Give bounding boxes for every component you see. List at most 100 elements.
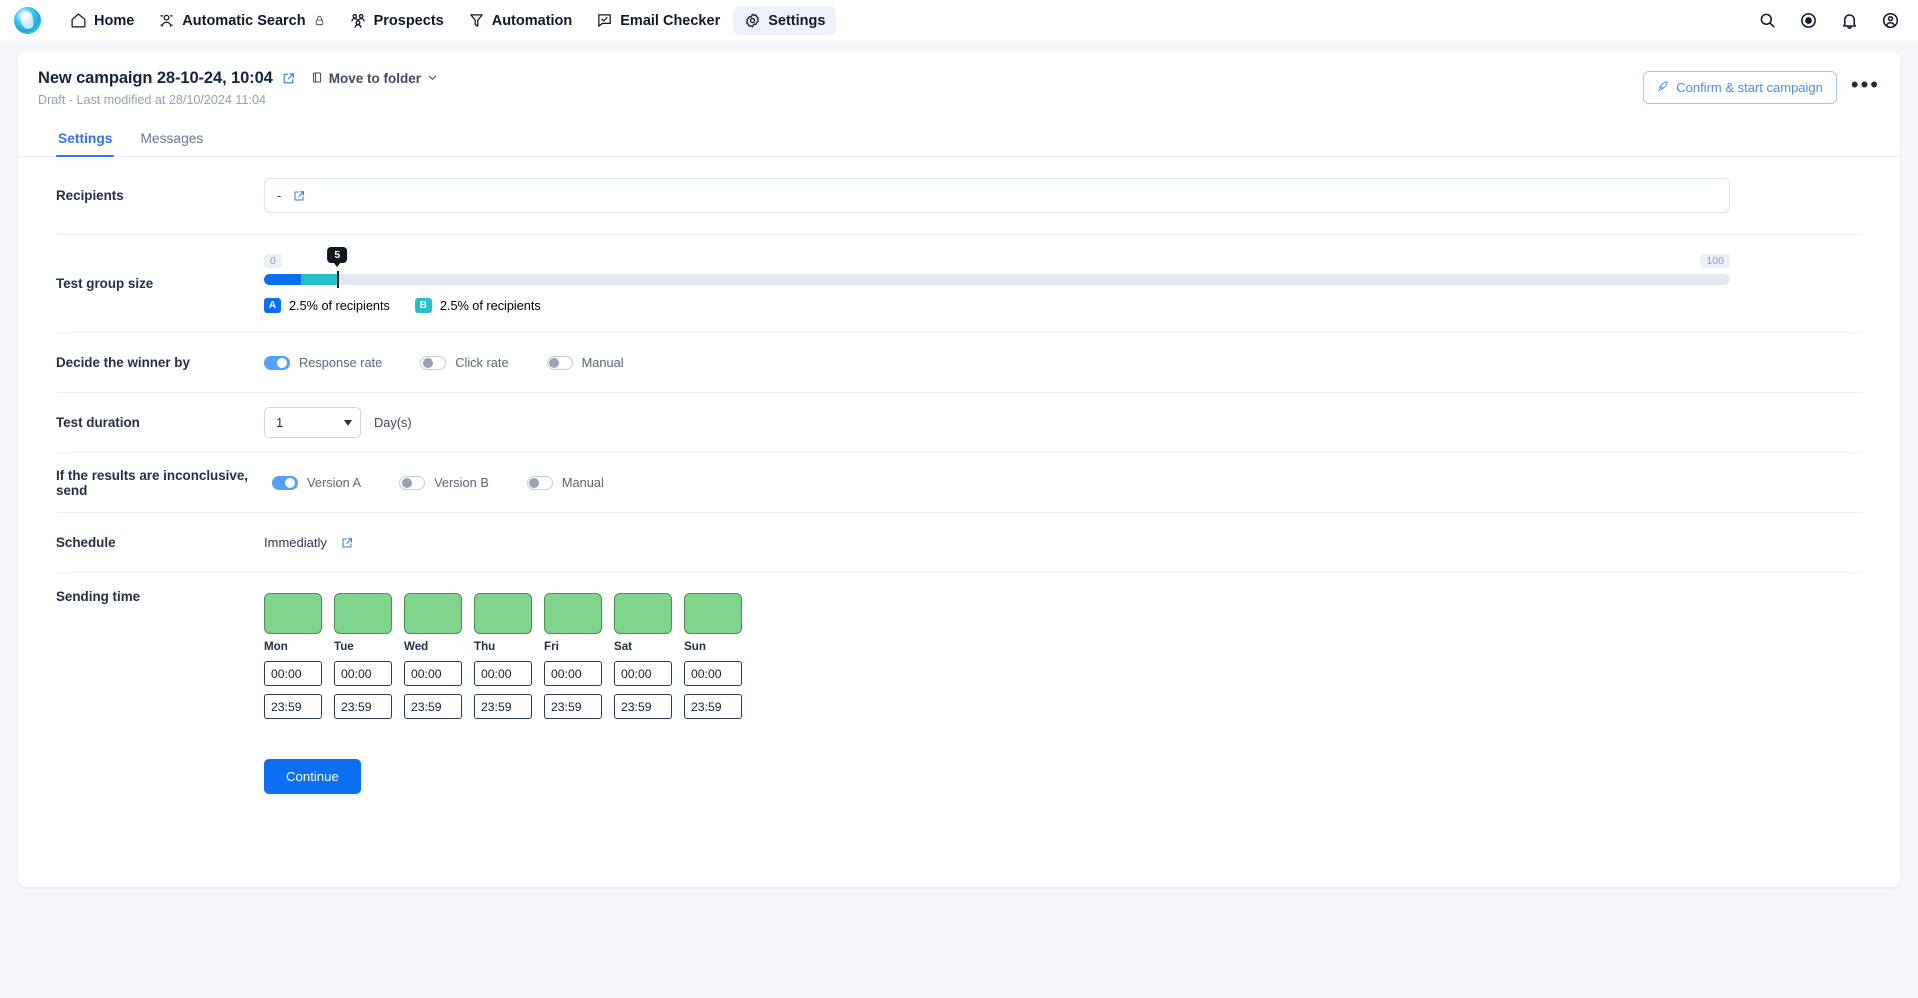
- toggle-click-rate-switch[interactable]: [420, 355, 447, 370]
- edit-recipients-icon[interactable]: [293, 190, 305, 202]
- nav-item-email-checker[interactable]: Email Checker: [585, 6, 731, 35]
- toggle-version-b-switch[interactable]: [399, 475, 426, 490]
- variant-a-text: 2.5% of recipients: [289, 298, 390, 313]
- start-time-input[interactable]: 00:00: [474, 661, 532, 686]
- toggle-response-rate[interactable]: Response rate: [264, 355, 382, 370]
- move-to-folder-button[interactable]: Move to folder: [311, 71, 438, 87]
- chevron-down-icon: [427, 71, 438, 86]
- app-logo[interactable]: [14, 7, 41, 34]
- tab-settings[interactable]: Settings: [56, 131, 115, 157]
- toggle-version-b[interactable]: Version B: [399, 475, 489, 490]
- page-container: New campaign 28-10-24, 10:04 Move to fol…: [0, 41, 1918, 887]
- start-time-input[interactable]: 00:00: [684, 661, 742, 686]
- day-toggle-box[interactable]: [474, 593, 532, 634]
- row-decide-winner: Decide the winner by Response rate Click…: [56, 333, 1862, 393]
- recipients-label: Recipients: [56, 188, 124, 203]
- start-time-input[interactable]: 00:00: [404, 661, 462, 686]
- end-time-input[interactable]: 23:59: [684, 694, 742, 719]
- end-time-input[interactable]: 23:59: [474, 694, 532, 719]
- test-group-size-slider[interactable]: 5: [264, 247, 1730, 288]
- start-time-input[interactable]: 00:00: [334, 661, 392, 686]
- confirm-start-campaign-button[interactable]: Confirm & start campaign: [1643, 71, 1837, 104]
- test-group-size-slider-wrap: 0 100 5 A 2.5% of recipients B 2.5% of r…: [264, 247, 1730, 313]
- test-duration-value: 1: [276, 415, 284, 430]
- recipients-box[interactable]: -: [264, 178, 1730, 213]
- more-options-button[interactable]: •••: [1851, 73, 1880, 98]
- day-column: Mon: [264, 593, 322, 653]
- toggle-winner-manual[interactable]: Manual: [546, 355, 624, 370]
- funnel-icon: [468, 12, 485, 29]
- bell-icon[interactable]: [1840, 11, 1859, 30]
- lock-icon: [314, 15, 325, 26]
- nav-item-settings[interactable]: Settings: [733, 6, 837, 35]
- day-name: Sun: [684, 640, 706, 653]
- test-group-size-label: Test group size: [56, 276, 154, 291]
- rocket-icon: [1657, 80, 1669, 95]
- day-toggle-box[interactable]: [614, 593, 672, 634]
- row-recipients: Recipients -: [56, 157, 1862, 235]
- toggle-inconclusive-manual-label: Manual: [561, 475, 604, 490]
- day-toggle-box[interactable]: [334, 593, 392, 634]
- row-schedule: Schedule Immediatly: [56, 513, 1862, 573]
- day-toggle-box[interactable]: [264, 593, 322, 634]
- edit-schedule-icon[interactable]: [341, 537, 353, 549]
- day-name: Tue: [334, 640, 354, 653]
- schedule-value: Immediatly: [264, 535, 327, 550]
- test-duration-field: 1 Day(s): [264, 407, 1862, 438]
- end-time-input[interactable]: 23:59: [544, 694, 602, 719]
- page-title: New campaign 28-10-24, 10:04: [38, 69, 273, 87]
- end-time-input[interactable]: 23:59: [264, 694, 322, 719]
- slider-value-bubble: 5: [327, 247, 348, 263]
- slider-scale: 0 100: [264, 254, 1730, 268]
- toggle-response-rate-switch[interactable]: [264, 355, 290, 370]
- account-icon[interactable]: [1881, 11, 1900, 30]
- end-time-input[interactable]: 23:59: [614, 694, 672, 719]
- tab-messages-label: Messages: [140, 131, 204, 146]
- test-duration-select[interactable]: 1: [264, 407, 361, 438]
- coin-icon[interactable]: [1799, 11, 1818, 30]
- slider-handle[interactable]: [337, 271, 340, 288]
- start-time-input[interactable]: 00:00: [614, 661, 672, 686]
- toggle-version-a[interactable]: Version A: [272, 475, 361, 490]
- confirm-start-campaign-label: Confirm & start campaign: [1676, 80, 1823, 95]
- folder-icon: [311, 71, 323, 87]
- toggle-inconclusive-manual[interactable]: Manual: [526, 475, 604, 490]
- end-time-input[interactable]: 23:59: [404, 694, 462, 719]
- recipients-value: -: [277, 188, 282, 203]
- settings-form: Recipients - Test group size 0 100 5 A 2…: [18, 157, 1900, 806]
- day-column: Wed: [404, 593, 462, 653]
- day-column: Sun: [684, 593, 742, 653]
- nav-label-prospects: Prospects: [373, 12, 444, 29]
- start-time-input[interactable]: 00:00: [264, 661, 322, 686]
- toggle-click-rate[interactable]: Click rate: [420, 355, 509, 370]
- tab-messages[interactable]: Messages: [138, 131, 205, 156]
- nav-item-home[interactable]: Home: [59, 6, 145, 35]
- day-toggle-box[interactable]: [684, 593, 742, 634]
- campaign-tabs: Settings Messages: [18, 131, 1900, 157]
- continue-button[interactable]: Continue: [264, 759, 361, 794]
- variant-b-text: 2.5% of recipients: [439, 298, 541, 313]
- nav-label-automatic-search: Automatic Search: [182, 12, 306, 29]
- chevron-down-icon: [344, 419, 352, 426]
- row-test-group-size: Test group size 0 100 5 A 2.5% of recipi…: [56, 235, 1862, 333]
- nav-label-home: Home: [94, 12, 135, 29]
- day-toggle-box[interactable]: [404, 593, 462, 634]
- day-name: Mon: [264, 640, 288, 653]
- inconclusive-label: If the results are inconclusive, send: [56, 467, 249, 498]
- move-to-folder-label: Move to folder: [328, 71, 421, 86]
- campaign-card: New campaign 28-10-24, 10:04 Move to fol…: [18, 51, 1900, 887]
- end-time-input[interactable]: 23:59: [334, 694, 392, 719]
- variant-b-chip: B: [414, 298, 432, 313]
- search-icon[interactable]: [1758, 11, 1777, 30]
- toggle-winner-manual-switch[interactable]: [546, 355, 573, 370]
- campaign-header-left: New campaign 28-10-24, 10:04 Move to fol…: [38, 69, 438, 107]
- day-column: Thu: [474, 593, 532, 653]
- day-toggle-box[interactable]: [544, 593, 602, 634]
- toggle-inconclusive-manual-switch[interactable]: [526, 475, 553, 490]
- start-time-input[interactable]: 00:00: [544, 661, 602, 686]
- nav-item-automation[interactable]: Automation: [457, 6, 584, 35]
- nav-item-prospects[interactable]: Prospects: [338, 6, 455, 35]
- nav-item-automatic-search[interactable]: Automatic Search: [147, 6, 335, 35]
- toggle-version-a-switch[interactable]: [272, 475, 298, 490]
- edit-title-icon[interactable]: [282, 72, 295, 85]
